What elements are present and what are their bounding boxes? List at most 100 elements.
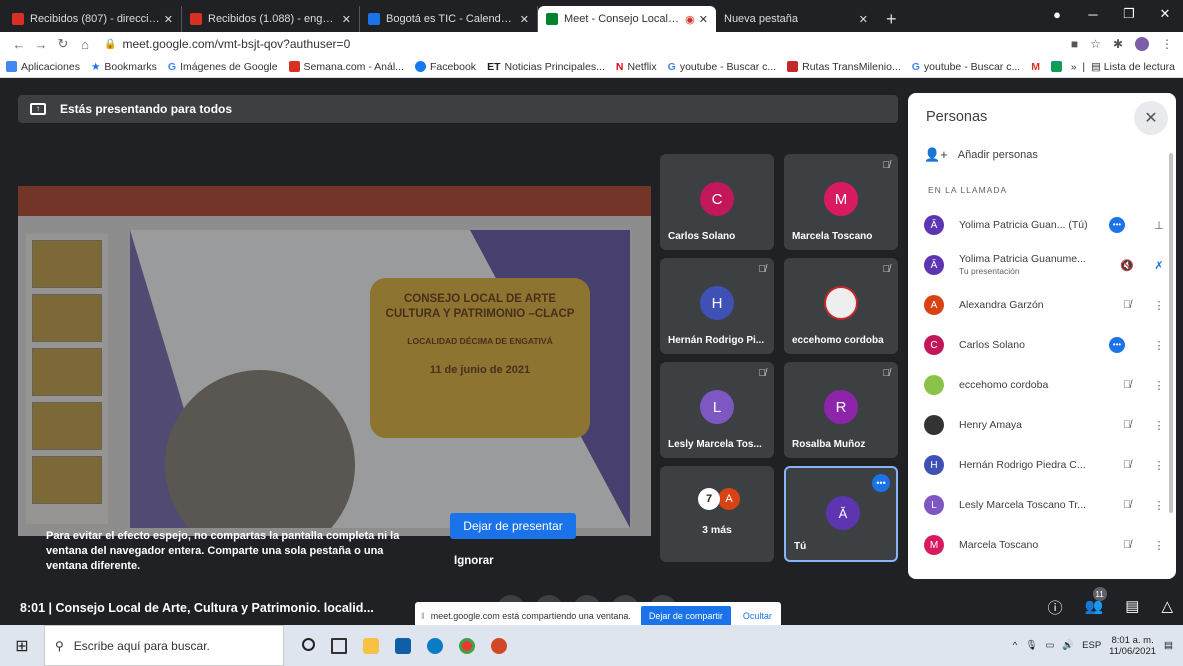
language-indicator[interactable]: ESP — [1082, 640, 1101, 651]
participant-tile[interactable]: C Carlos Solano — [660, 154, 774, 250]
presenting-banner: ↑ Estás presentando para todos — [18, 95, 898, 123]
tab-gmail-2[interactable]: Recibidos (1.088) - engativa@scr✕ — [182, 6, 360, 32]
volume-icon[interactable]: 🔊 — [1062, 640, 1074, 651]
meeting-info[interactable]: 8:01 | Consejo Local de Arte, Cultura y … — [20, 601, 374, 615]
more-options-icon[interactable]: ⋮ — [1148, 339, 1170, 352]
drag-handle-icon[interactable]: ‖ — [421, 611, 425, 621]
system-tray: ^ 🎙 ▭ 🔊 ESP 8:01 a. m. 11/06/2021 ▤ — [1013, 635, 1173, 657]
person-row[interactable]: Henry Amaya 🎙̸ ⋮ — [924, 405, 1170, 445]
tab-gmail-1[interactable]: Recibidos (807) - direccion.asunt✕ — [4, 6, 182, 32]
close-tab-icon[interactable]: ✕ — [699, 13, 708, 26]
windows-start-icon[interactable]: ⊞ — [0, 636, 44, 656]
taskbar-search[interactable]: ⚲ Escribe aquí para buscar. — [44, 625, 284, 666]
more-options-icon[interactable]: ⋮ — [1148, 499, 1170, 512]
person-row[interactable]: C Carlos Solano ••• ⋮ — [924, 325, 1170, 365]
bookmark-apps[interactable]: Aplicaciones — [6, 61, 80, 73]
participant-tile[interactable]: 🎙̸ M Marcela Toscano — [784, 154, 898, 250]
unpin-icon[interactable]: ✗ — [1148, 259, 1170, 272]
edge-icon[interactable] — [427, 637, 443, 654]
close-tab-icon[interactable]: ✕ — [859, 13, 868, 26]
more-options-icon[interactable]: ⋮ — [1148, 539, 1170, 552]
star-icon[interactable]: ☆ — [1090, 37, 1101, 51]
tab-calendar[interactable]: Bogotá es TIC - Calendar - vierne✕ — [360, 6, 538, 32]
camera-icon[interactable]: ■ — [1071, 37, 1078, 51]
stop-sharing-button[interactable]: Dejar de compartir — [640, 606, 731, 626]
more-options-icon[interactable]: ••• — [1109, 217, 1125, 233]
pin-icon[interactable]: ⊥ — [1148, 219, 1170, 232]
tab-meet[interactable]: Meet - Consejo Local de Arte◉✕ — [538, 6, 716, 32]
tab-new[interactable]: Nueva pestaña ✕ — [716, 6, 876, 32]
reload-icon[interactable]: ↻ — [52, 36, 74, 52]
bookmark-youtube-1[interactable]: Gyoutube - Buscar c... — [668, 61, 776, 73]
forward-icon[interactable]: → — [30, 37, 52, 52]
people-icon[interactable]: 👥 11 — [1085, 587, 1107, 618]
close-tab-icon[interactable]: ✕ — [164, 13, 173, 26]
more-options-icon[interactable]: ⋮ — [1148, 299, 1170, 312]
bookmark-facebook[interactable]: Facebook — [414, 61, 476, 73]
tray-overflow-icon[interactable]: ^ — [1013, 640, 1017, 651]
url-field[interactable]: 🔒 meet.google.com/vmt-bsjt-qov?authuser=0 — [104, 37, 350, 51]
new-tab-button[interactable]: + — [876, 6, 907, 32]
bookmark-netflix[interactable]: N Netflix — [616, 61, 657, 73]
participant-tile[interactable]: 🎙̸ R Rosalba Muñoz — [784, 362, 898, 458]
panel-scrollbar[interactable] — [1169, 153, 1173, 513]
notifications-icon[interactable]: ▤ — [1164, 640, 1173, 651]
bookmark-google-images[interactable]: G Imágenes de Google — [168, 61, 278, 73]
chat-icon[interactable]: ▤ — [1125, 597, 1139, 618]
participant-tile[interactable]: 🎙̸ eccehomo cordoba — [784, 258, 898, 354]
slide-date: 11 de junio de 2021 — [429, 364, 531, 376]
close-panel-button[interactable]: ✕ — [1134, 101, 1168, 135]
menu-icon[interactable]: ⋮ — [1161, 37, 1173, 51]
close-window-icon[interactable]: ✕ — [1147, 0, 1183, 28]
stop-presenting-button[interactable]: Dejar de presentar — [450, 513, 576, 539]
more-options-icon[interactable]: ••• — [872, 474, 890, 492]
bookmark-bookmarks[interactable]: ★ Bookmarks — [91, 61, 157, 73]
file-explorer-icon[interactable] — [363, 637, 379, 654]
ignore-button[interactable]: Ignorar — [454, 555, 494, 567]
minimize-icon[interactable]: ─ — [1075, 0, 1111, 28]
more-options-icon[interactable]: ⋮ — [1148, 459, 1170, 472]
back-icon[interactable]: ← — [8, 37, 30, 52]
network-icon[interactable]: ▭ — [1045, 640, 1054, 651]
avatar: M — [924, 535, 944, 555]
extensions-icon[interactable]: ✱ — [1113, 37, 1123, 51]
bookmark-semana[interactable]: Semana.com - Anál... — [288, 61, 404, 73]
bookmark-transmilenio[interactable]: Rutas TransMilenio... — [787, 61, 901, 73]
chrome-icon[interactable] — [459, 637, 475, 654]
mail-icon[interactable] — [395, 637, 411, 654]
participant-tile[interactable]: 🎙̸ L Lesly Marcela Tos... — [660, 362, 774, 458]
bookmark-gmail[interactable]: M — [1031, 61, 1040, 73]
restore-icon[interactable]: ❐ — [1111, 0, 1147, 28]
bookmark-youtube-2[interactable]: Gyoutube - Buscar c... — [912, 61, 1020, 73]
more-options-icon[interactable]: ⋮ — [1148, 379, 1170, 392]
hide-button[interactable]: Ocultar — [743, 611, 772, 621]
person-row[interactable]: H Hernán Rodrigo Piedra C... 🎙̸ ⋮ — [924, 445, 1170, 485]
profile-icon[interactable]: ● — [1039, 0, 1075, 28]
task-view-icon[interactable] — [331, 637, 347, 654]
star-icon: ★ — [90, 60, 101, 73]
avatar[interactable] — [1135, 37, 1149, 51]
info-icon[interactable]: ⓘ — [1048, 597, 1063, 618]
home-icon[interactable]: ⌂ — [74, 37, 96, 52]
person-row[interactable]: L Lesly Marcela Toscano Tr... 🎙̸ ⋮ — [924, 485, 1170, 525]
bookmark-noticias[interactable]: ET Noticias Principales... — [487, 61, 605, 73]
activities-icon[interactable]: △ — [1161, 597, 1173, 618]
person-row[interactable]: Ă Yolima Patricia Guan... (Tú) ••• ⊥ — [924, 205, 1170, 245]
powerpoint-icon[interactable] — [491, 637, 507, 654]
cortana-icon[interactable] — [302, 637, 315, 651]
person-row[interactable]: A Alexandra Garzón 🎙̸ ⋮ — [924, 285, 1170, 325]
bookmark-green[interactable] — [1050, 61, 1066, 72]
close-tab-icon[interactable]: ✕ — [342, 13, 351, 26]
person-row[interactable]: Ă Yolima Patricia Guanume... Tu presentac… — [924, 245, 1170, 285]
self-tile[interactable]: ••• Ă Tú — [784, 466, 898, 562]
person-row[interactable]: M Marcela Toscano 🎙̸ ⋮ — [924, 525, 1170, 565]
more-options-icon[interactable]: ⋮ — [1148, 419, 1170, 432]
clock[interactable]: 8:01 a. m. 11/06/2021 — [1109, 635, 1156, 657]
add-people-button[interactable]: 👤+ Añadir personas — [924, 147, 1038, 163]
reading-list[interactable]: » | ▤ Lista de lectura — [1064, 60, 1175, 73]
mic-tray-icon[interactable]: 🎙 — [1025, 640, 1037, 651]
more-participants-tile[interactable]: A 7 3 más — [660, 466, 774, 562]
person-row[interactable]: eccehomo cordoba 🎙̸ ⋮ — [924, 365, 1170, 405]
close-tab-icon[interactable]: ✕ — [520, 13, 529, 26]
participant-tile[interactable]: 🎙̸ H Hernán Rodrigo Pi... — [660, 258, 774, 354]
